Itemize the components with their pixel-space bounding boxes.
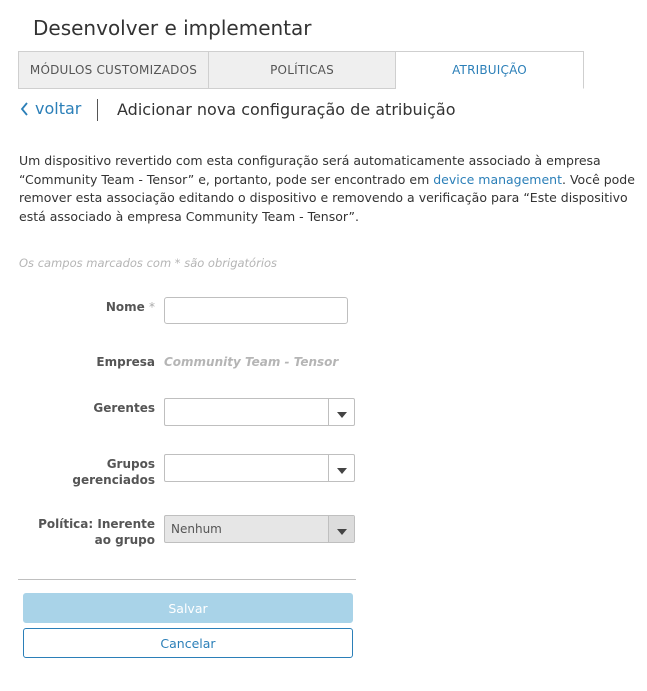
name-input[interactable] bbox=[164, 297, 348, 324]
form-divider bbox=[18, 579, 356, 580]
managed-groups-dropdown-button[interactable] bbox=[328, 455, 354, 481]
required-star: * bbox=[149, 300, 155, 314]
policy-select[interactable]: Nenhum bbox=[164, 515, 355, 543]
managed-groups-select-value bbox=[165, 455, 328, 481]
description-text: Um dispositivo revertido com esta config… bbox=[19, 152, 637, 226]
managed-groups-label: Grupos gerenciados bbox=[72, 456, 155, 488]
section-title: Adicionar nova configuração de atribuiçã… bbox=[117, 100, 456, 119]
header-separator bbox=[97, 99, 98, 121]
back-link-label: voltar bbox=[35, 99, 82, 118]
policy-dropdown-button[interactable] bbox=[328, 516, 354, 542]
policy-label-line1: Política: Inerente bbox=[38, 517, 155, 531]
policy-label: Política: Inerente ao grupo bbox=[38, 516, 155, 548]
tab-policies[interactable]: POLÍTICAS bbox=[209, 51, 396, 89]
tab-bar: MÓDULOS CUSTOMIZADOS POLÍTICAS ATRIBUIÇÃ… bbox=[18, 51, 584, 89]
company-value: Community Team - Tensor bbox=[164, 355, 339, 369]
back-link[interactable]: voltar bbox=[20, 99, 81, 118]
tab-assignment[interactable]: ATRIBUIÇÃO bbox=[396, 51, 584, 89]
page-title: Desenvolver e implementar bbox=[33, 16, 312, 40]
caret-down-icon bbox=[336, 459, 347, 478]
save-button[interactable]: Salvar bbox=[23, 593, 353, 623]
name-label: Nome * bbox=[106, 299, 155, 315]
company-label: Empresa bbox=[96, 355, 155, 369]
policy-select-value: Nenhum bbox=[171, 522, 222, 536]
managed-groups-label-line2: gerenciados bbox=[72, 473, 155, 487]
managed-groups-select[interactable] bbox=[164, 454, 355, 482]
managers-select-value bbox=[165, 399, 328, 425]
chevron-left-icon bbox=[20, 101, 29, 116]
device-management-link[interactable]: device management bbox=[433, 172, 562, 187]
policy-label-line2: ao grupo bbox=[94, 533, 155, 547]
cancel-button[interactable]: Cancelar bbox=[23, 628, 353, 658]
caret-down-icon bbox=[336, 403, 347, 422]
managers-dropdown-button[interactable] bbox=[328, 399, 354, 425]
managers-label: Gerentes bbox=[93, 401, 155, 415]
name-label-text: Nome bbox=[105, 300, 145, 314]
caret-down-icon bbox=[336, 520, 347, 539]
managed-groups-label-line1: Grupos bbox=[106, 457, 155, 471]
required-fields-note: Os campos marcados com * são obrigatório… bbox=[19, 256, 278, 270]
managers-select[interactable] bbox=[164, 398, 355, 426]
tab-custom-modules[interactable]: MÓDULOS CUSTOMIZADOS bbox=[18, 51, 209, 89]
